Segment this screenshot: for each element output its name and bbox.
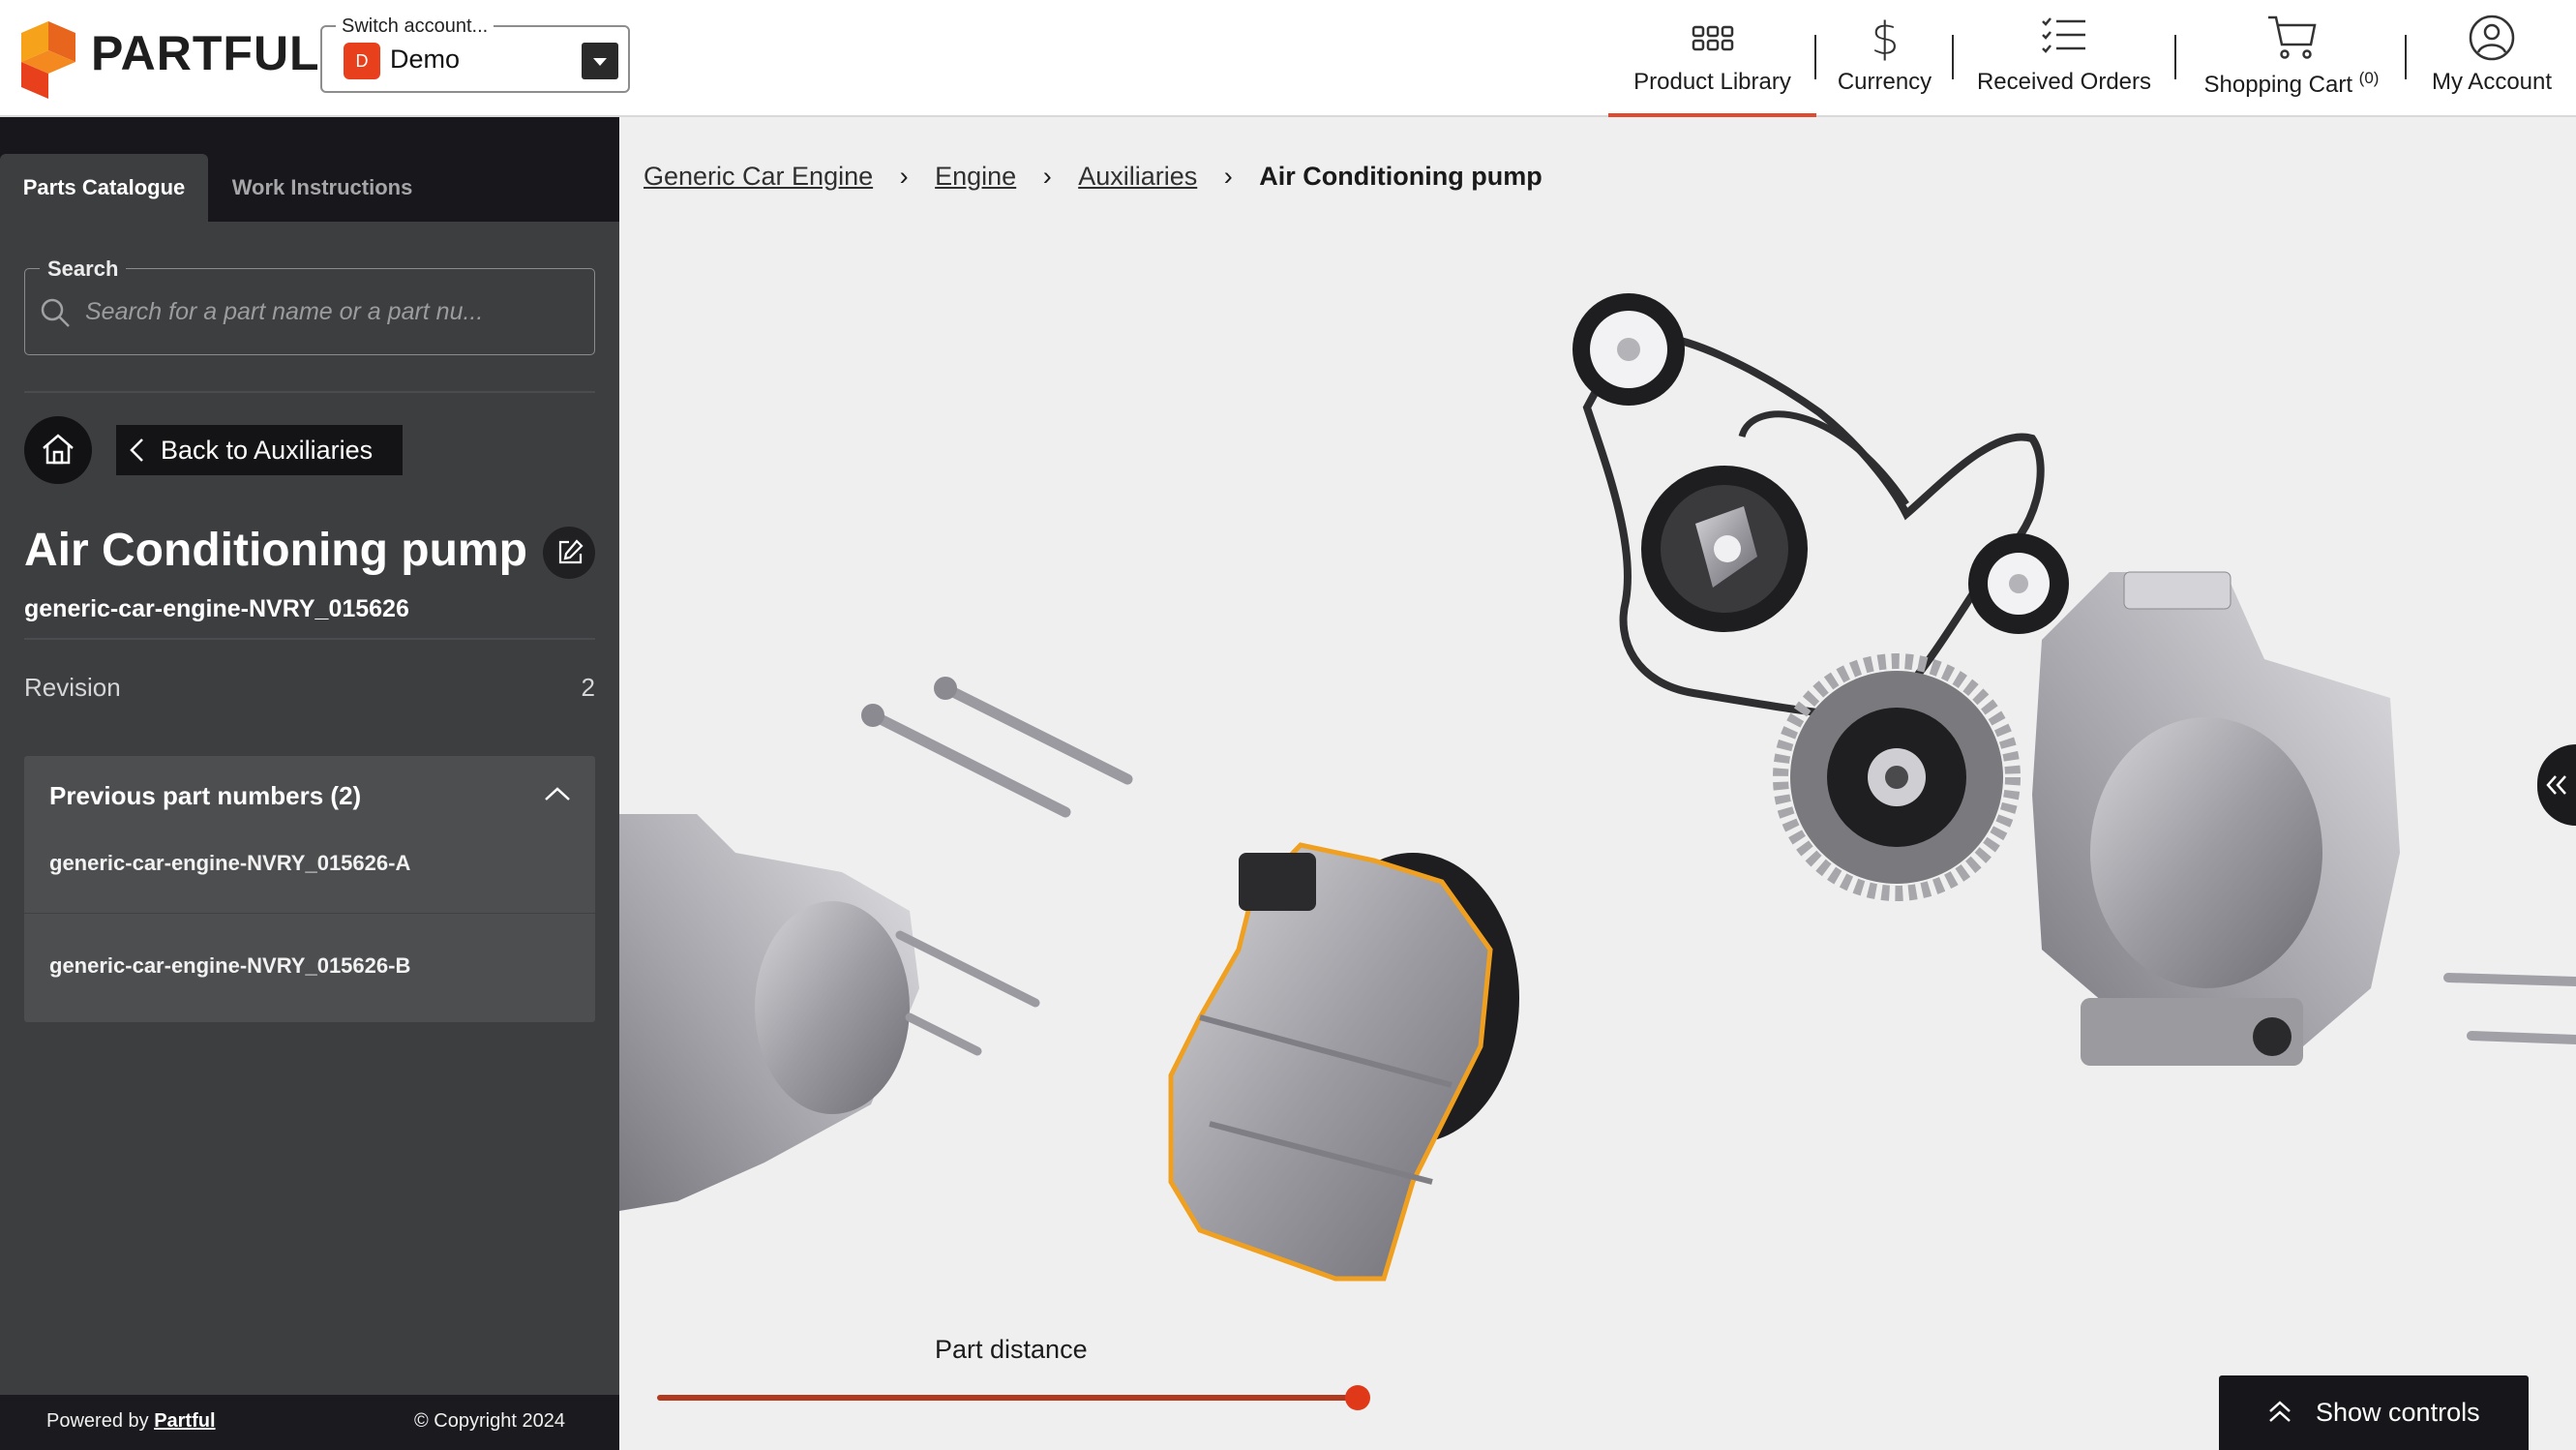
tab-parts-catalogue[interactable]: Parts Catalogue: [0, 154, 208, 222]
nav-received-orders-label: Received Orders: [1976, 69, 2152, 95]
previous-part-numbers-header[interactable]: Previous part numbers (2): [49, 781, 361, 811]
breadcrumb-current: Air Conditioning pump: [1259, 162, 1543, 191]
grid-icon: [1692, 25, 1733, 51]
breadcrumb-auxiliaries[interactable]: Auxiliaries: [1078, 162, 1197, 191]
divider: [24, 638, 595, 640]
double-chevron-left-icon: [2546, 775, 2566, 795]
checklist-icon: [2042, 17, 2085, 53]
account-name: Demo: [390, 45, 461, 74]
cart-count: (0): [2358, 69, 2380, 87]
dollar-icon: $: [1871, 14, 1899, 62]
previous-part-number-item: generic-car-engine-NVRY_015626-A: [49, 851, 411, 875]
sidebar-tabs: Parts Catalogue Work Instructions: [0, 117, 619, 222]
previous-part-numbers-panel: Previous part numbers (2) generic-car-en…: [24, 756, 595, 1022]
account-switcher[interactable]: Switch account... D Demo: [320, 15, 630, 93]
cart-label: Shopping Cart: [2203, 72, 2352, 98]
search-input[interactable]: [85, 292, 579, 331]
revision-value: 2: [581, 673, 595, 702]
chevron-right-icon: ›: [1223, 162, 1233, 191]
sidebar: Parts Catalogue Work Instructions Search: [0, 117, 619, 1450]
part-number: generic-car-engine-NVRY_015626: [24, 595, 409, 622]
nav-my-account[interactable]: My Account: [2419, 0, 2564, 117]
edit-icon: [558, 539, 584, 564]
breadcrumb: Generic Car Engine › Engine › Auxiliaries › Ai…: [644, 162, 1543, 192]
search-label: Search: [40, 257, 127, 282]
breadcrumb-generic-car-engine[interactable]: Generic Car Engine: [644, 162, 873, 191]
divider: [24, 913, 595, 914]
nav-divider: [2174, 35, 2176, 79]
revision-label: Revision: [24, 673, 121, 702]
part-distance-slider-handle[interactable]: [1345, 1385, 1370, 1410]
divider: [24, 391, 595, 393]
home-icon: [43, 434, 74, 465]
account-switcher-label: Switch account...: [336, 15, 494, 38]
edit-button[interactable]: [543, 527, 595, 579]
nav-product-library-label: Product Library: [1633, 69, 1791, 95]
nav-shopping-cart-label: Shopping Cart (0): [2190, 69, 2393, 99]
nav-divider: [2405, 35, 2407, 79]
dropdown-arrow-icon[interactable]: [582, 43, 618, 79]
partful-logo-icon: [21, 21, 75, 99]
search-icon: [41, 298, 70, 327]
nav-divider: [1814, 35, 1816, 79]
back-button-label: Back to Auxiliaries: [161, 436, 374, 465]
exploded-parts-scene[interactable]: [619, 117, 2576, 1450]
part-distance-label: Part distance: [935, 1335, 1088, 1364]
brand-name[interactable]: PARTFUL: [91, 25, 320, 81]
chevron-up-icon[interactable]: [543, 785, 572, 802]
copyright: © Copyright 2024: [414, 1410, 565, 1432]
chevron-right-icon: ›: [1042, 162, 1052, 191]
nav-divider: [1952, 35, 1954, 79]
top-header: PARTFUL Switch account... D Demo Product…: [0, 0, 2576, 117]
double-chevron-up-icon: [2269, 1401, 2291, 1422]
nav-currency-label: Currency: [1837, 69, 1932, 95]
sidebar-footer: Powered by Partful © Copyright 2024: [0, 1395, 619, 1450]
part-title: Air Conditioning pump: [24, 525, 527, 576]
partful-link[interactable]: Partful: [154, 1410, 215, 1432]
back-to-auxiliaries-button[interactable]: Back to Auxiliaries: [116, 425, 403, 475]
nav-shopping-cart[interactable]: Shopping Cart (0): [2190, 0, 2393, 117]
nav-received-orders[interactable]: Received Orders: [1967, 0, 2161, 117]
part-distance-slider[interactable]: [657, 1395, 1358, 1401]
home-button[interactable]: [24, 416, 92, 484]
chevron-left-icon: [130, 438, 143, 462]
air-conditioning-pump[interactable]: [1168, 842, 1493, 1282]
svg-text:$: $: [1871, 14, 1899, 62]
chevron-right-icon: ›: [899, 162, 909, 191]
show-controls-label: Show controls: [2316, 1398, 2480, 1427]
nav-my-account-label: My Account: [2431, 69, 2553, 95]
cart-icon: [2268, 15, 2317, 59]
tab-work-instructions[interactable]: Work Instructions: [211, 154, 434, 222]
search-field[interactable]: Search: [24, 257, 595, 355]
user-icon: [2469, 15, 2515, 61]
show-controls-button[interactable]: Show controls: [2219, 1375, 2529, 1450]
breadcrumb-engine[interactable]: Engine: [935, 162, 1016, 191]
powered-by-prefix: Powered by: [46, 1410, 149, 1432]
previous-part-number-item: generic-car-engine-NVRY_015626-B: [49, 953, 411, 978]
nav-currency[interactable]: $ Currency: [1829, 0, 1940, 117]
account-badge: D: [344, 43, 380, 79]
nav-product-library[interactable]: Product Library: [1608, 0, 1816, 117]
powered-by: Powered by Partful: [46, 1410, 216, 1433]
3d-viewer[interactable]: Generic Car Engine › Engine › Auxiliaries › Ai…: [619, 117, 2576, 1450]
